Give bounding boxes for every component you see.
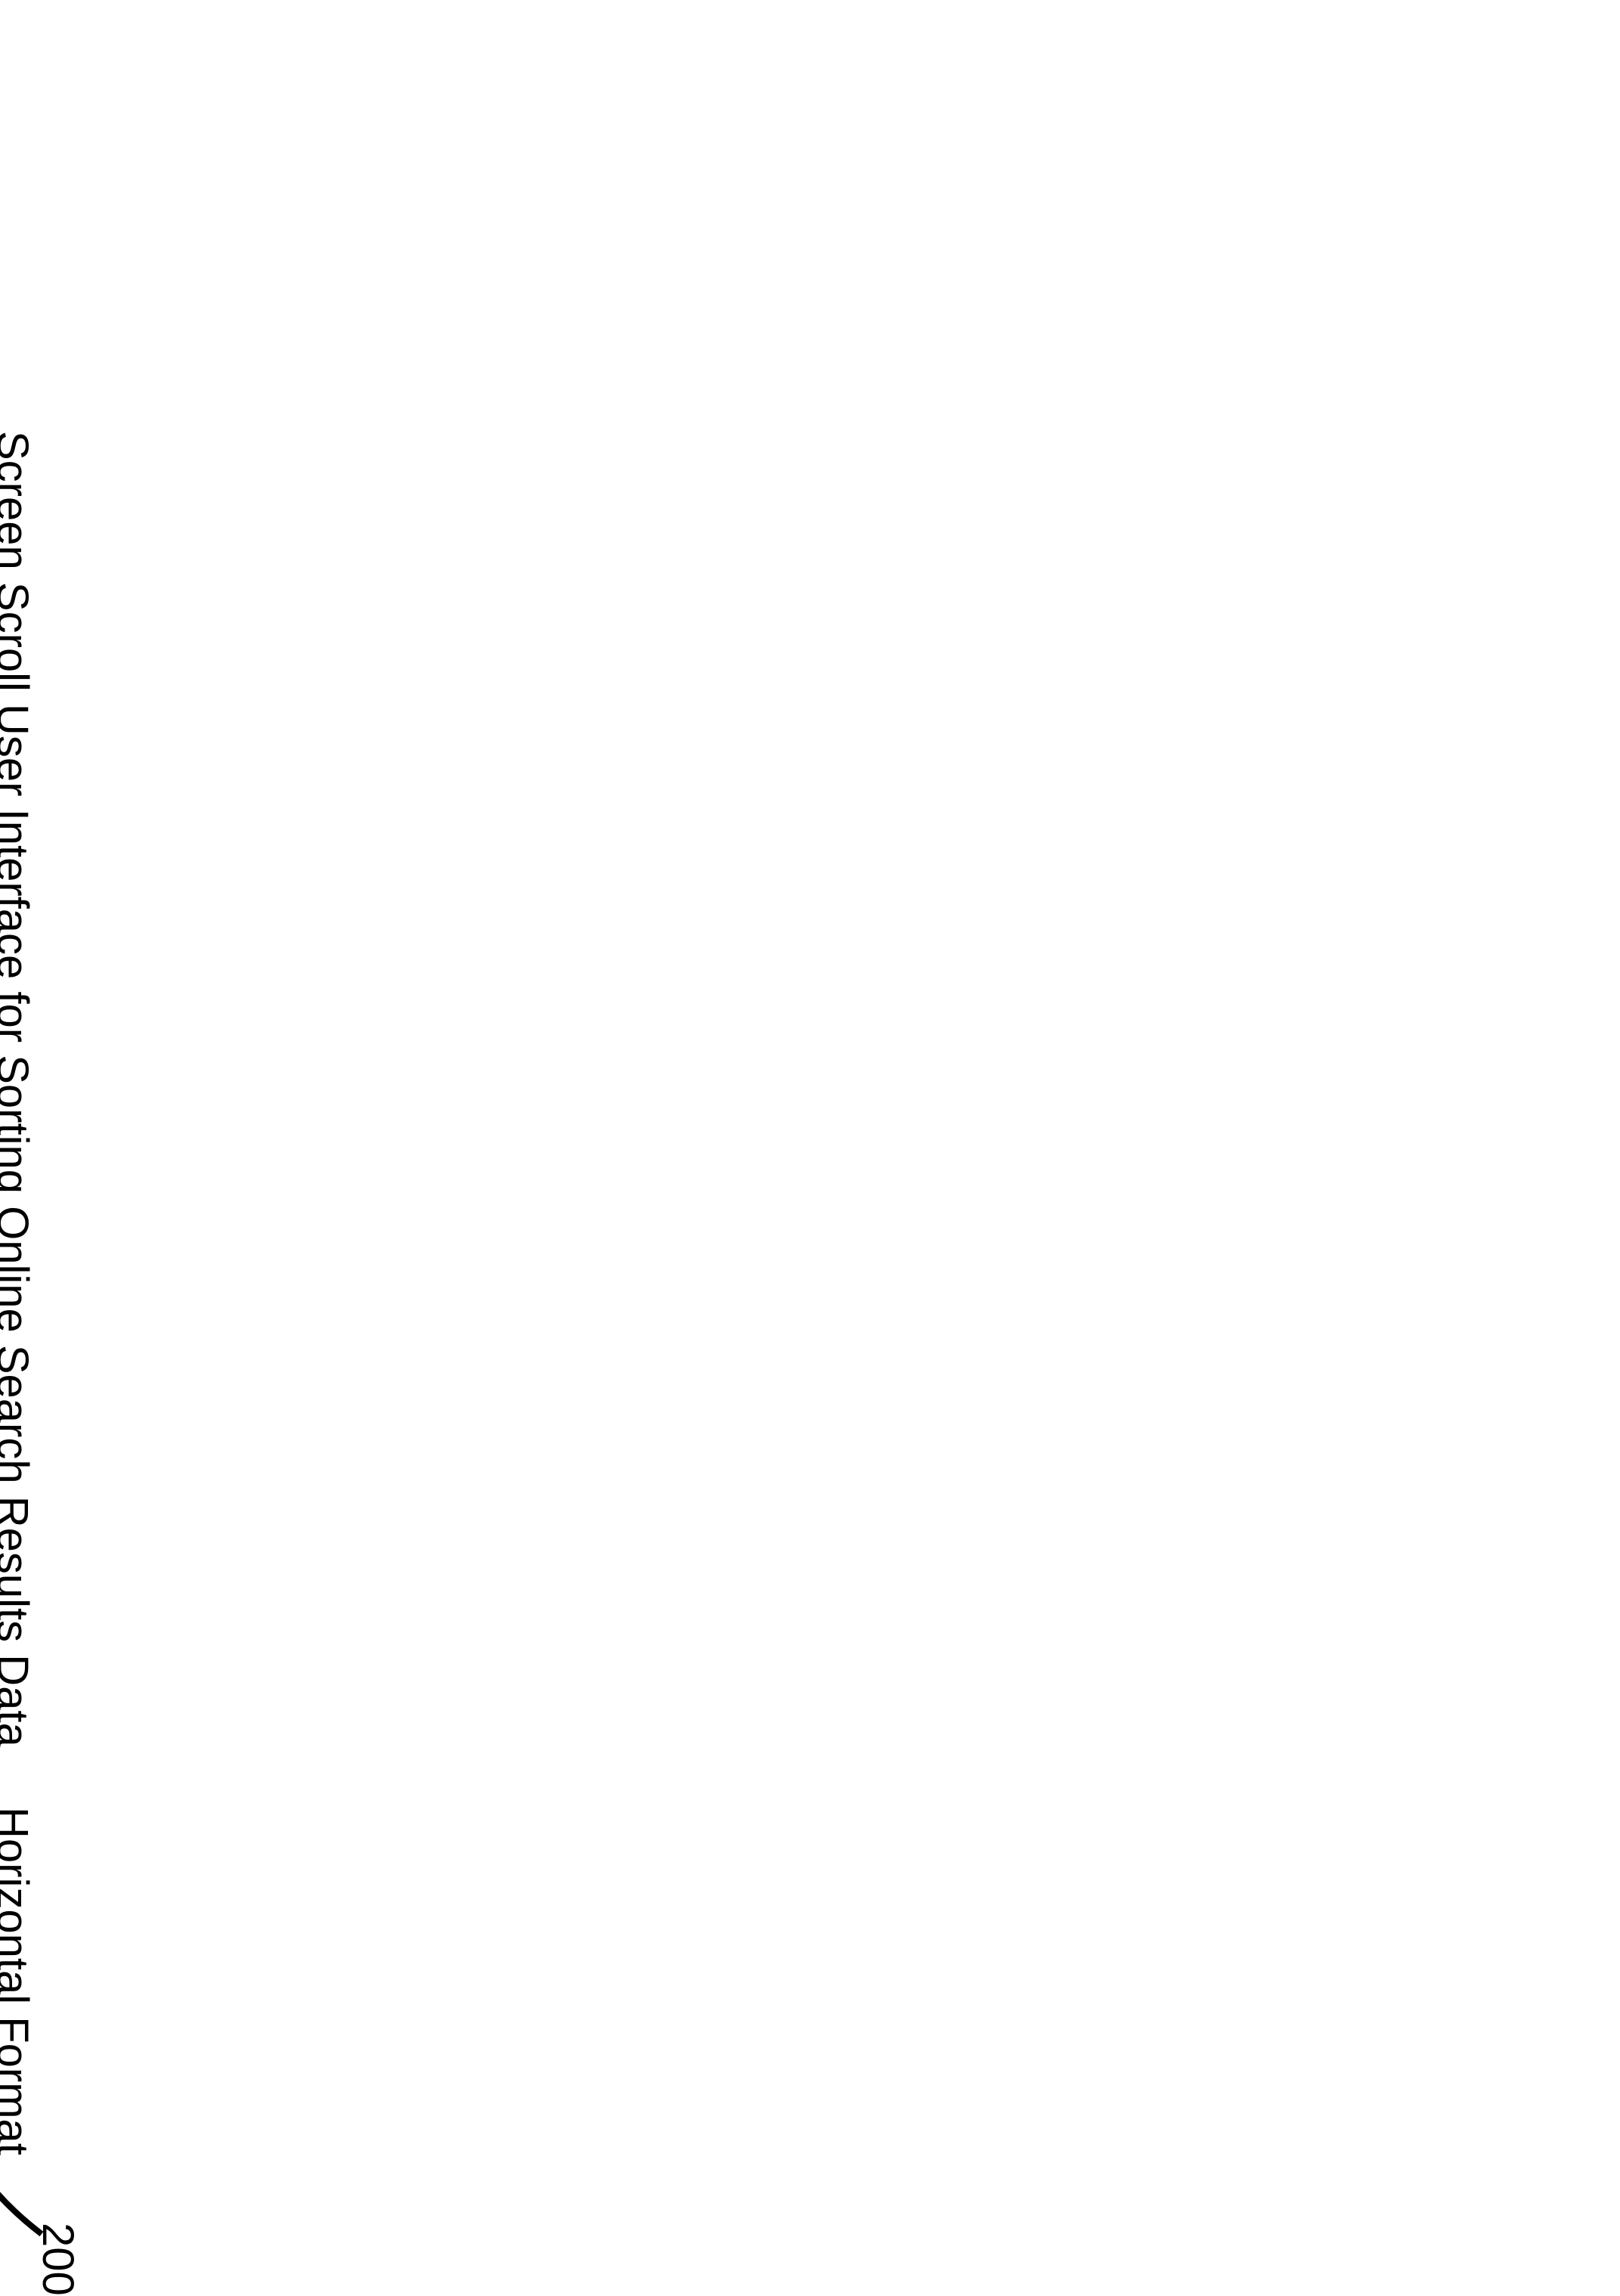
ref-200: 200	[33, 2223, 83, 2296]
rotated-canvas: Screen Scroll User Interface for Sorting…	[0, 68, 121, 1550]
leader-200	[0, 2124, 45, 2238]
diagram-title: Screen Scroll User Interface for Sorting…	[0, 431, 38, 1747]
format-label: Horizontal Format	[0, 1807, 38, 2155]
